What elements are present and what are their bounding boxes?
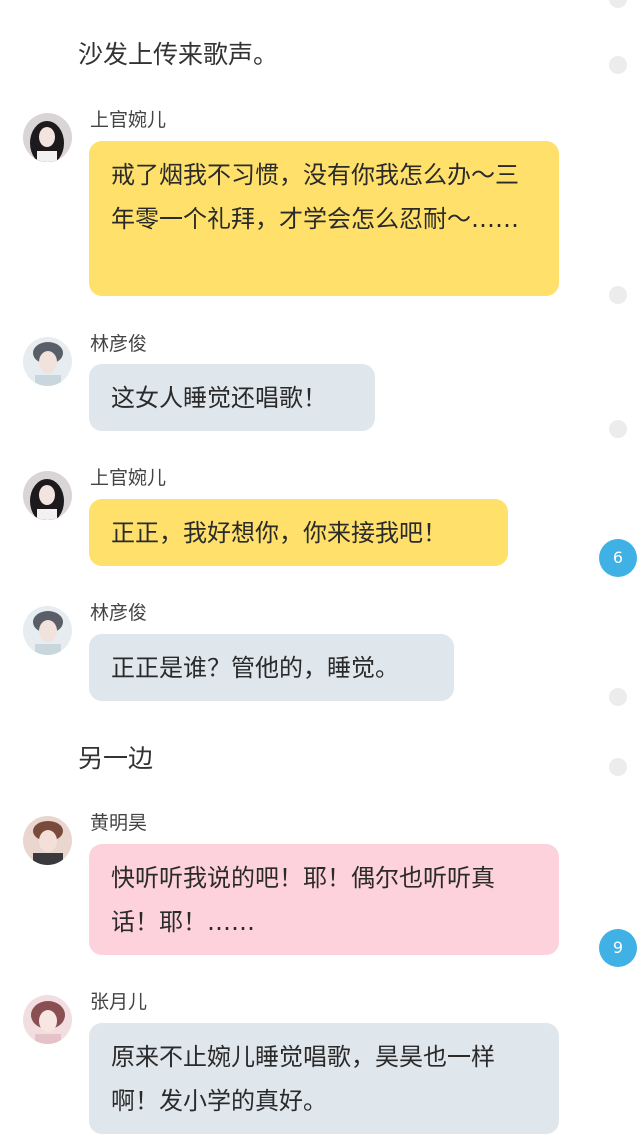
sender-name: 林彦俊 xyxy=(90,333,148,355)
comment-count-badge[interactable]: 9 xyxy=(599,929,637,967)
avatar[interactable] xyxy=(23,606,72,655)
sender-name: 张月儿 xyxy=(90,991,148,1013)
avatar[interactable] xyxy=(23,337,72,386)
comment-dot[interactable] xyxy=(609,0,627,8)
narration-text: 另一边 xyxy=(78,744,154,773)
comment-dot[interactable] xyxy=(609,286,627,304)
comment-count-badge[interactable]: 6 xyxy=(599,539,637,577)
message-bubble[interactable]: 这女人睡觉还唱歌！ xyxy=(89,364,375,431)
avatar[interactable] xyxy=(23,471,72,520)
avatar[interactable] xyxy=(23,995,72,1044)
avatar[interactable] xyxy=(23,113,72,162)
comment-dot[interactable] xyxy=(609,688,627,706)
comment-dot[interactable] xyxy=(609,420,627,438)
message-bubble[interactable]: 原来不止婉儿睡觉唱歌，昊昊也一样啊！发小学的真好。 xyxy=(89,1023,559,1134)
comment-dot[interactable] xyxy=(609,758,627,776)
message-bubble[interactable]: 正正是谁？管他的，睡觉。 xyxy=(89,634,454,701)
sender-name: 林彦俊 xyxy=(90,602,148,624)
message-bubble[interactable]: 快听听我说的吧！耶！偶尔也听听真话！耶！…… xyxy=(89,844,559,955)
message-bubble[interactable]: 戒了烟我不习惯，没有你我怎么办～三年零一个礼拜，才学会怎么忍耐～…… xyxy=(89,141,559,296)
sender-name: 黄明昊 xyxy=(90,812,148,834)
avatar[interactable] xyxy=(23,816,72,865)
comment-dot[interactable] xyxy=(609,56,627,74)
message-bubble[interactable]: 正正，我好想你，你来接我吧！ xyxy=(89,499,508,566)
narration-text: 沙发上传来歌声。 xyxy=(78,40,279,69)
sender-name: 上官婉儿 xyxy=(90,109,167,131)
sender-name: 上官婉儿 xyxy=(90,467,167,489)
